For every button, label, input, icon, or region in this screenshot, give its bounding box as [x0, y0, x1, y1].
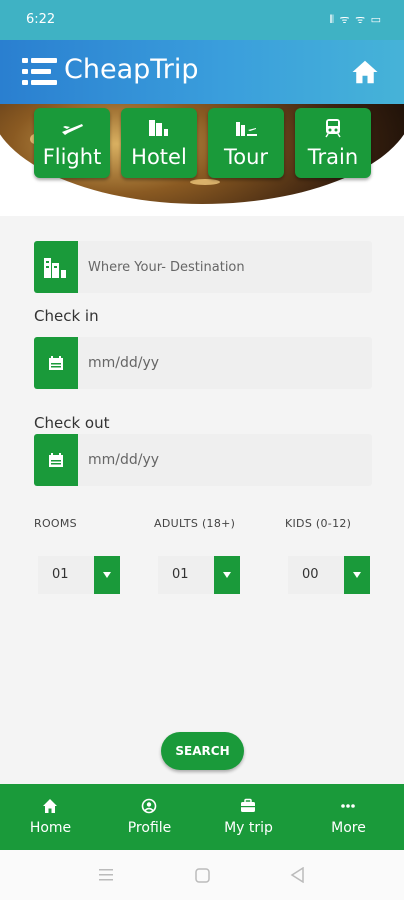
search-button[interactable]: SEARCH: [161, 732, 244, 770]
checkout-field: [34, 434, 372, 486]
kids-value: 00: [302, 567, 319, 582]
checkin-input[interactable]: [88, 337, 358, 389]
chevron-down-icon[interactable]: [94, 556, 120, 594]
tour-icon: [236, 122, 257, 136]
recent-apps-icon[interactable]: [98, 868, 114, 882]
menu-icon[interactable]: [22, 58, 58, 86]
system-nav-bar: [0, 850, 404, 900]
nav-mytrip-label: My trip: [224, 820, 273, 836]
train-icon: [325, 119, 341, 138]
chevron-down-icon[interactable]: [344, 556, 370, 594]
checkout-label: Check out: [34, 414, 110, 432]
back-icon[interactable]: [290, 867, 305, 883]
status-bar: 6:22 ⦀ ᯤ ᯤ ▭: [0, 0, 404, 40]
kids-label: KIDS (0-12): [285, 517, 352, 530]
rooms-label: ROOMS: [34, 517, 77, 530]
nav-profile-label: Profile: [127, 820, 172, 836]
home-icon: [43, 799, 57, 813]
nav-more-label: More: [331, 820, 366, 836]
status-time: 6:22: [26, 12, 56, 27]
adults-label: ADULTS (18+): [154, 517, 236, 530]
nav-profile[interactable]: Profile: [99, 784, 200, 850]
nav-home-label: Home: [29, 820, 72, 836]
adults-select[interactable]: 01: [158, 556, 240, 594]
adults-value: 01: [172, 567, 189, 582]
tab-train[interactable]: Train: [295, 108, 371, 178]
destination-field: [34, 241, 372, 293]
calendar-icon[interactable]: [48, 355, 64, 371]
bottom-nav: Home Profile My trip More: [0, 784, 404, 850]
tab-tour-label: Tour: [223, 145, 269, 169]
calendar-icon[interactable]: [48, 452, 64, 468]
chevron-down-icon[interactable]: [214, 556, 240, 594]
tab-flight-label: Flight: [42, 145, 102, 169]
checkin-icon-box: [34, 337, 78, 389]
airplane-icon: [62, 124, 83, 135]
nav-home[interactable]: Home: [0, 784, 101, 850]
app-title: CheapTrip: [64, 54, 199, 85]
profile-icon: [141, 798, 157, 814]
kids-select[interactable]: 00: [288, 556, 370, 594]
home-button-icon[interactable]: [195, 868, 210, 883]
checkout-icon-box: [34, 434, 78, 486]
rooms-select[interactable]: 01: [38, 556, 120, 594]
checkout-input[interactable]: [88, 434, 358, 486]
rooms-value: 01: [52, 567, 69, 582]
nav-mytrip[interactable]: My trip: [198, 784, 299, 850]
tab-hotel-label: Hotel: [131, 145, 187, 169]
checkin-label: Check in: [34, 307, 99, 325]
nav-more[interactable]: More: [298, 784, 399, 850]
briefcase-icon: [241, 798, 255, 812]
tab-hotel[interactable]: Hotel: [121, 108, 197, 178]
hotel-icon: [149, 120, 168, 136]
more-icon: [341, 804, 355, 808]
tab-tour[interactable]: Tour: [208, 108, 284, 178]
tab-flight[interactable]: Flight: [34, 108, 110, 178]
destination-input[interactable]: [88, 241, 358, 293]
tab-train-label: Train: [307, 145, 359, 169]
home-icon[interactable]: [350, 57, 380, 87]
destination-icon-box: [34, 241, 78, 293]
city-icon: [44, 258, 66, 278]
status-system-icons: ⦀ ᯤ ᯤ ▭: [329, 13, 382, 26]
app-bar: CheapTrip: [0, 40, 404, 104]
checkin-field: [34, 337, 372, 389]
